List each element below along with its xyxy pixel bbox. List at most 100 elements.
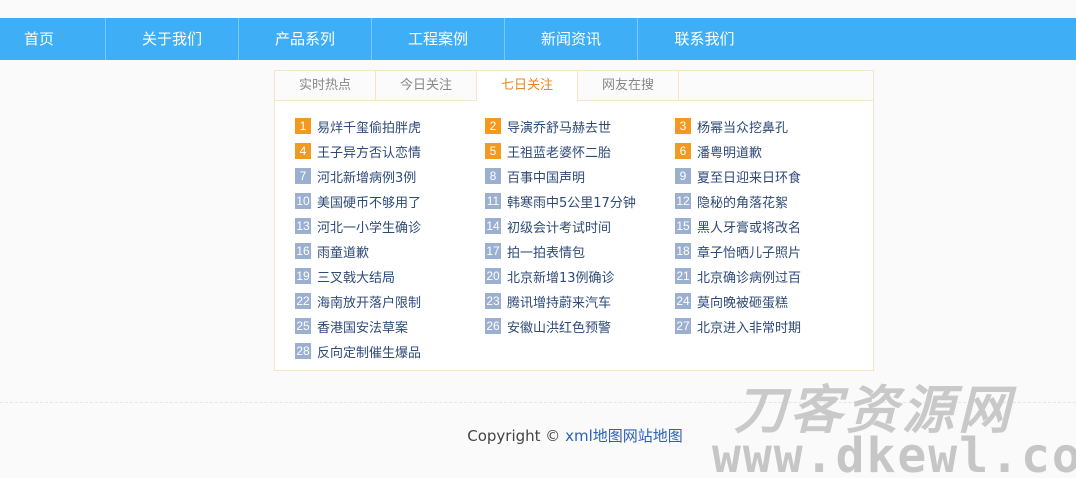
hot-tabs: 实时热点 今日关注 七日关注 网友在搜 [275,71,873,102]
hot-list-item[interactable]: 6 潘粤明道歉 [675,142,860,161]
rank-badge: 3 [675,118,691,134]
tab-today[interactable]: 今日关注 [376,71,477,101]
rank-badge: 5 [485,143,501,159]
hot-list-item[interactable]: 25 香港国安法草案 [295,317,480,336]
hot-list-text: 夏至日迎来日环食 [697,170,802,186]
hot-list-item[interactable]: 2 导演乔舒马赫去世 [485,117,670,136]
rank-badge: 21 [675,268,691,284]
rank-badge: 27 [675,318,691,334]
hot-list-text: 腾讯增持蔚来汽车 [507,295,612,311]
hot-list-text: 莫向晚被砸蛋糕 [697,295,789,311]
rank-badge: 16 [295,243,311,259]
rank-badge: 23 [485,293,501,309]
rank-badge: 17 [485,243,501,259]
rank-badge: 20 [485,268,501,284]
hot-list-text: 海南放开落户限制 [317,295,422,311]
hot-list-text: 反向定制催生爆品 [317,345,422,361]
hot-list-text: 北京进入非常时期 [697,320,802,336]
hot-list-item[interactable]: 3 杨幂当众挖鼻孔 [675,117,860,136]
hot-list-text: 雨童道歉 [317,245,370,261]
hot-list-item[interactable]: 14 初级会计考试时间 [485,217,670,236]
rank-badge: 28 [295,343,311,359]
hot-list-item[interactable]: 10 美国硬币不够用了 [295,192,480,211]
hot-list-text: 拍一拍表情包 [507,245,586,261]
hot-list-item[interactable]: 23 腾讯增持蔚来汽车 [485,292,670,311]
copyright-text: Copyright © [467,427,561,445]
hot-list-text: 导演乔舒马赫去世 [507,120,612,136]
hot-list-text: 百事中国声明 [507,170,586,186]
rank-badge: 25 [295,318,311,334]
hot-list-item[interactable]: 5 王祖蓝老婆怀二胎 [485,142,670,161]
hot-list-text: 王子异方否认恋情 [317,145,422,161]
hot-list-item[interactable]: 22 海南放开落户限制 [295,292,480,311]
hot-list-text: 美国硬币不够用了 [317,195,422,211]
rank-badge: 6 [675,143,691,159]
main-nav: 首页 关于我们 产品系列 工程案例 新闻资讯 联系我们 [0,18,1076,60]
hot-list-text: 王祖蓝老婆怀二胎 [507,145,612,161]
tab-seven-days[interactable]: 七日关注 [477,71,578,102]
hot-list-item[interactable]: 17 拍一拍表情包 [485,242,670,261]
rank-badge: 1 [295,118,311,134]
nav-item-products[interactable]: 产品系列 [239,18,372,60]
hot-list-item[interactable]: 20 北京新增13例确诊 [485,267,670,286]
hot-search-panel: 实时热点 今日关注 七日关注 网友在搜 1 易烊千玺偷拍胖虎 2 导演乔舒马赫去世 3 杨… [274,70,874,371]
rank-badge: 13 [295,218,311,234]
rank-badge: 26 [485,318,501,334]
xml-map-link[interactable]: xml地图 [565,427,623,445]
hot-list-text: 黑人牙膏或将改名 [697,220,802,236]
hot-list-text: 香港国安法草案 [317,320,409,336]
hot-list-text: 北京新增13例确诊 [507,270,615,286]
hot-list-text: 三叉戟大结局 [317,270,396,286]
hot-list-text: 潘粤明道歉 [697,145,763,161]
nav-item-home[interactable]: 首页 [0,18,106,60]
hot-list-text: 章子怡晒儿子照片 [697,245,802,261]
hot-list-text: 河北新增病例3例 [317,170,417,186]
rank-badge: 22 [295,293,311,309]
hot-list-text: 河北一小学生确诊 [317,220,422,236]
rank-badge: 4 [295,143,311,159]
hot-list-item[interactable]: 7 河北新增病例3例 [295,167,480,186]
tab-netizens[interactable]: 网友在搜 [578,71,679,101]
rank-badge: 24 [675,293,691,309]
hot-list-text: 安徽山洪红色预警 [507,320,612,336]
hot-list-item[interactable]: 13 河北一小学生确诊 [295,217,480,236]
rank-badge: 15 [675,218,691,234]
rank-badge: 12 [675,193,691,209]
hot-list-item[interactable]: 27 北京进入非常时期 [675,317,860,336]
site-map-link[interactable]: 网站地图 [623,427,683,445]
rank-badge: 2 [485,118,501,134]
rank-badge: 18 [675,243,691,259]
rank-badge: 8 [485,168,501,184]
hot-list-text: 北京确诊病例过百 [697,270,802,286]
hot-list-item[interactable]: 15 黑人牙膏或将改名 [675,217,860,236]
hot-list-item[interactable]: 21 北京确诊病例过百 [675,267,860,286]
rank-badge: 10 [295,193,311,209]
rank-badge: 7 [295,168,311,184]
rank-badge: 11 [485,193,501,209]
hot-list-item[interactable]: 28 反向定制催生爆品 [295,342,480,361]
hot-list-item[interactable]: 9 夏至日迎来日环食 [675,167,860,186]
nav-item-news[interactable]: 新闻资讯 [505,18,638,60]
rank-badge: 19 [295,268,311,284]
hot-list-text: 易烊千玺偷拍胖虎 [317,120,422,136]
hot-list-item[interactable]: 11 韩寒雨中5公里17分钟 [485,192,670,211]
hot-list-item[interactable]: 26 安徽山洪红色预警 [485,317,670,336]
hot-list-item[interactable]: 8 百事中国声明 [485,167,670,186]
nav-item-contact[interactable]: 联系我们 [638,18,771,60]
hot-list-item[interactable]: 1 易烊千玺偷拍胖虎 [295,117,480,136]
hot-list-item[interactable]: 4 王子异方否认恋情 [295,142,480,161]
hot-list-item[interactable]: 24 莫向晚被砸蛋糕 [675,292,860,311]
hot-list-item[interactable]: 18 章子怡晒儿子照片 [675,242,860,261]
hot-list-item[interactable]: 12 隐秘的角落花絮 [675,192,860,211]
tab-realtime[interactable]: 实时热点 [275,71,376,101]
hot-list-item[interactable]: 16 雨童道歉 [295,242,480,261]
hot-list-text: 隐秘的角落花絮 [697,195,789,211]
rank-badge: 14 [485,218,501,234]
nav-item-about[interactable]: 关于我们 [106,18,239,60]
hot-list-item[interactable]: 19 三叉戟大结局 [295,267,480,286]
rank-badge: 9 [675,168,691,184]
hot-list-text: 杨幂当众挖鼻孔 [697,120,789,136]
hot-list-text: 韩寒雨中5公里17分钟 [507,195,636,211]
nav-item-cases[interactable]: 工程案例 [372,18,505,60]
watermark-url: www.dkewl.com [712,428,1076,478]
